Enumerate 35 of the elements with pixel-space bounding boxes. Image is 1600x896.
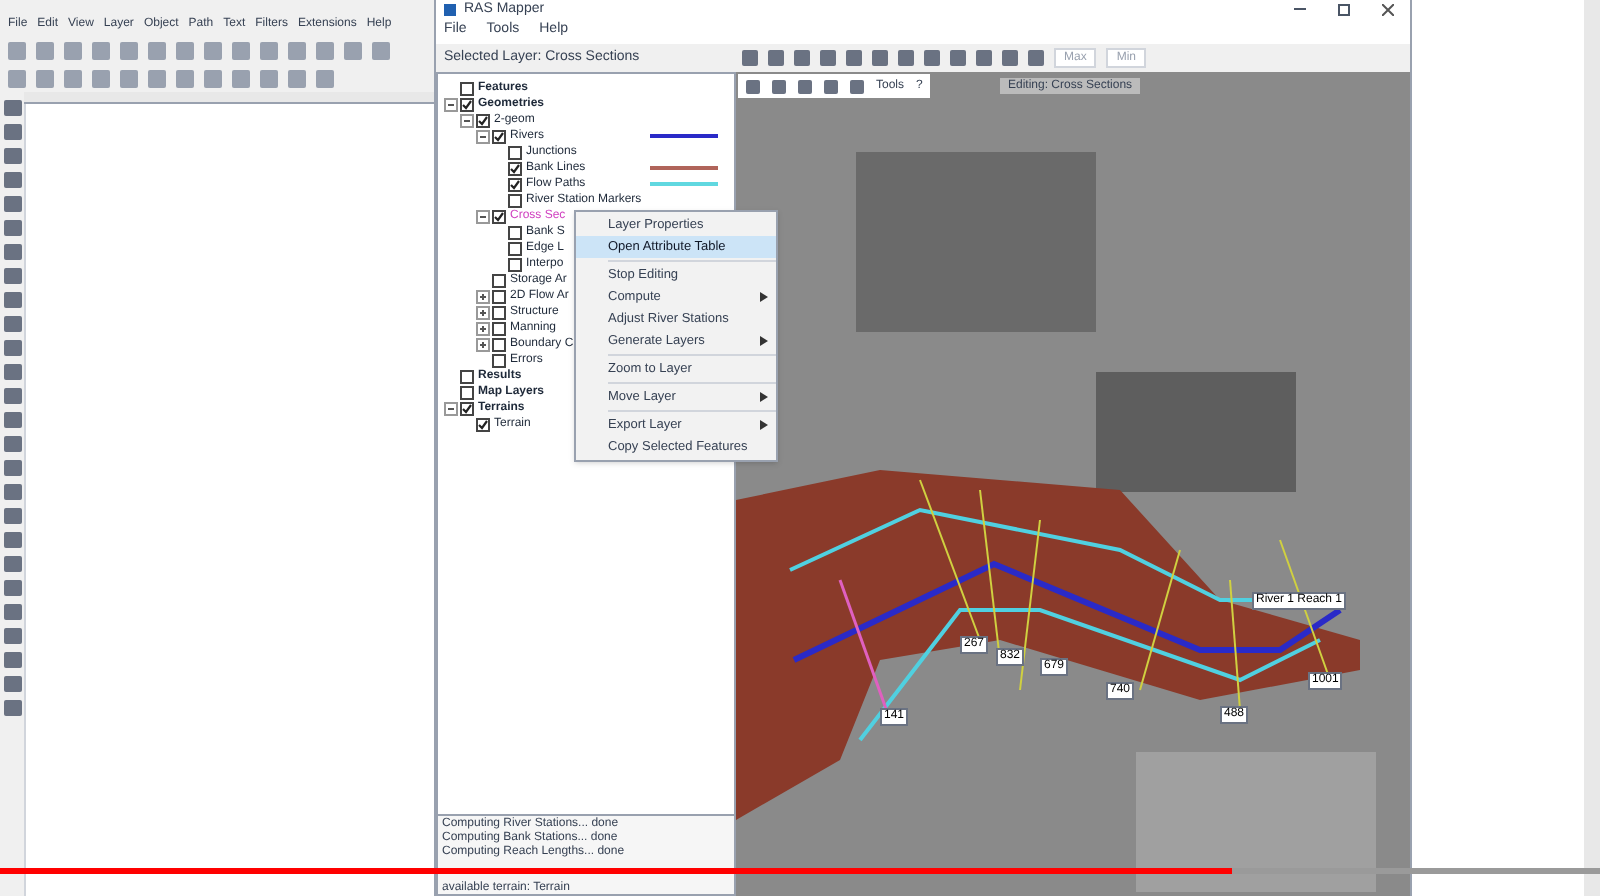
- layer-checkbox[interactable]: [476, 113, 490, 127]
- collapse-icon[interactable]: [460, 113, 474, 127]
- layer-checkbox[interactable]: [476, 417, 490, 431]
- layer-checkbox[interactable]: [492, 273, 506, 287]
- expand-icon[interactable]: [476, 337, 490, 351]
- layer-checkbox[interactable]: [492, 129, 506, 143]
- close-icon[interactable]: [1382, 3, 1394, 15]
- layer-checkbox[interactable]: [508, 193, 522, 207]
- maximize-icon[interactable]: [1338, 3, 1350, 15]
- layer-checkbox[interactable]: [492, 337, 506, 351]
- app-icon: [444, 3, 456, 15]
- collapse-icon[interactable]: [444, 97, 458, 111]
- expand-icon[interactable]: [476, 289, 490, 303]
- layer-checkbox[interactable]: [460, 81, 474, 95]
- scrollbar[interactable]: [1584, 0, 1600, 896]
- layer-checkbox[interactable]: [508, 161, 522, 175]
- layer-checkbox[interactable]: [460, 369, 474, 383]
- layer-checkbox[interactable]: [460, 401, 474, 415]
- layer-checkbox[interactable]: [508, 257, 522, 271]
- collapse-icon[interactable]: [476, 129, 490, 143]
- layer-checkbox[interactable]: [492, 353, 506, 367]
- layer-checkbox[interactable]: [460, 385, 474, 399]
- layer-checkbox[interactable]: [508, 241, 522, 255]
- collapse-icon[interactable]: [476, 209, 490, 223]
- layer-checkbox[interactable]: [508, 145, 522, 159]
- layer-checkbox[interactable]: [492, 209, 506, 223]
- layer-checkbox[interactable]: [508, 225, 522, 239]
- layer-checkbox[interactable]: [508, 177, 522, 191]
- layer-checkbox[interactable]: [492, 289, 506, 303]
- layer-checkbox[interactable]: [460, 97, 474, 111]
- layer-checkbox[interactable]: [492, 305, 506, 319]
- expand-icon[interactable]: [476, 305, 490, 319]
- layer-checkbox[interactable]: [492, 321, 506, 335]
- expand-icon[interactable]: [476, 321, 490, 335]
- collapse-icon[interactable]: [444, 401, 458, 415]
